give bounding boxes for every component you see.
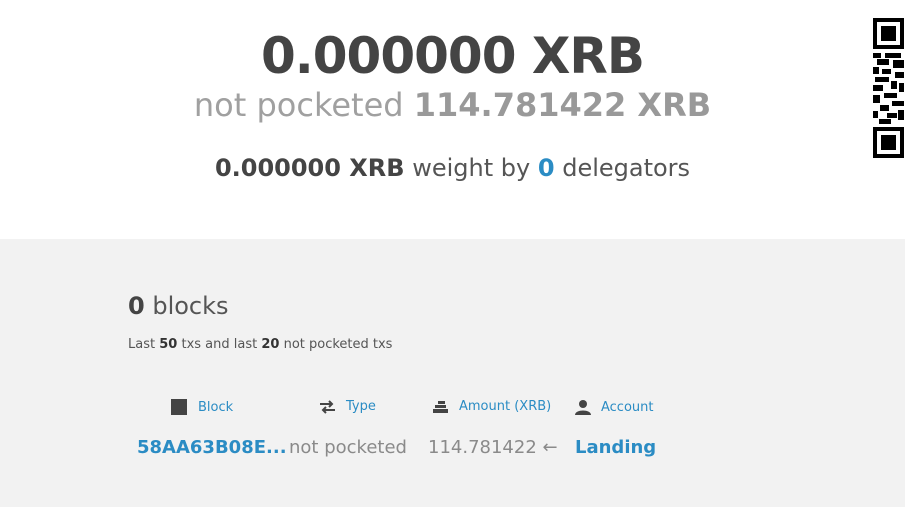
pending-amount: 114.781422 XRB	[413, 86, 712, 124]
account-balance: 0.000000 XRB	[260, 27, 645, 85]
block-hash-link[interactable]: 58AA63B08E...	[137, 437, 287, 458]
exchange-icon	[320, 399, 335, 414]
subtitle-txs-count: 50	[159, 337, 178, 352]
voting-weight: 0.000000 XRB weight by 0 delegators	[0, 154, 905, 182]
coins-icon	[433, 400, 448, 413]
column-header-amount-label: Amount (XRB)	[459, 399, 552, 414]
pending-label: not pocketed	[193, 86, 404, 124]
subtitle-last: Last	[128, 337, 156, 352]
square-icon	[171, 399, 187, 415]
column-header-amount[interactable]: Amount (XRB)	[432, 399, 551, 414]
delegators-count[interactable]: 0	[538, 154, 555, 182]
direction-arrow-icon: ←	[542, 437, 558, 458]
tx-amount-value: 114.781422	[428, 437, 537, 458]
subtitle-txs-and: txs and last	[181, 337, 258, 352]
column-header-account-label: Account	[601, 399, 654, 415]
blocks-count: 0	[128, 292, 145, 320]
column-header-type[interactable]: Type	[319, 399, 376, 414]
blocks-label: blocks	[152, 292, 229, 320]
blocks-subtitle: Last 50 txs and last 20 not pocketed txs	[128, 337, 392, 352]
weight-label: weight by	[412, 154, 531, 182]
column-header-block-label: Block	[198, 400, 234, 415]
blocks-count-title: 0 blocks	[128, 292, 229, 320]
delegators-label: delegators	[562, 154, 691, 182]
blocks-panel: 0 blocks Last 50 txs and last 20 not poc…	[0, 239, 905, 507]
subtitle-pending-count: 20	[261, 337, 280, 352]
column-header-account[interactable]: Account	[575, 399, 654, 415]
user-icon	[575, 400, 591, 415]
tx-amount: 114.781422 ←	[428, 437, 558, 458]
column-header-type-label: Type	[346, 399, 376, 414]
column-header-block[interactable]: Block	[171, 399, 233, 416]
tx-type: not pocketed	[289, 437, 407, 458]
weight-amount: 0.000000 XRB	[214, 154, 405, 182]
qr-code-icon[interactable]	[872, 17, 905, 159]
pending-balance: not pocketed 114.781422 XRB	[0, 86, 905, 124]
account-link[interactable]: Landing	[575, 437, 656, 458]
account-summary: 0.000000 XRB not pocketed 114.781422 XRB…	[0, 0, 905, 239]
subtitle-pending-label: not pocketed txs	[283, 337, 393, 352]
